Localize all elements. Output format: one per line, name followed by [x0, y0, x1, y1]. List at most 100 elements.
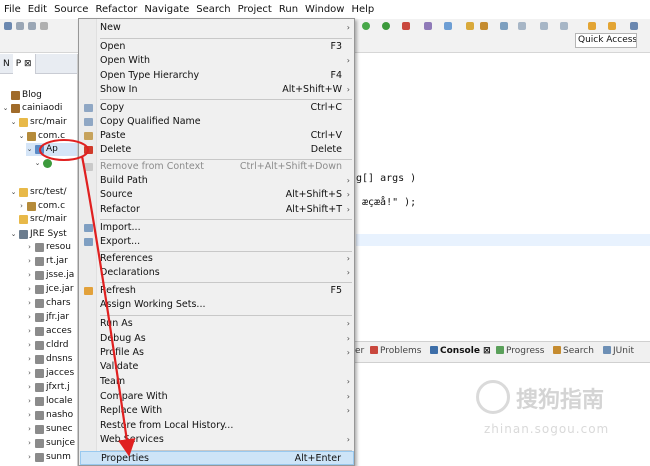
expand-icon[interactable]: ›	[26, 395, 33, 408]
tab-package-explorer[interactable]: P ⊠	[12, 54, 36, 74]
menu-file[interactable]: File	[4, 4, 21, 15]
expand-icon[interactable]: ⌄	[10, 228, 17, 241]
tree-item[interactable]: › dnsns	[26, 353, 73, 366]
menu-item-compare-with[interactable]: Compare With ›	[80, 390, 354, 404]
expand-icon[interactable]: ⌄	[2, 102, 9, 115]
menu-project[interactable]: Project	[238, 4, 272, 15]
tab-partial[interactable]: er	[355, 346, 364, 356]
menu-item-debug-as[interactable]: Debug As ›	[80, 332, 354, 346]
tree-item[interactable]: › resou	[26, 241, 71, 254]
quick-access-input[interactable]: Quick Access	[575, 33, 637, 48]
tree-item[interactable]: ⌄	[34, 157, 54, 170]
tree-item[interactable]: › jce.jar	[26, 283, 74, 296]
tree-item[interactable]: › acces	[26, 325, 72, 338]
menu-item-validate[interactable]: Validate	[80, 360, 354, 374]
expand-icon[interactable]: ›	[18, 200, 25, 213]
new-icon[interactable]	[4, 22, 12, 30]
menu-item-show-in[interactable]: Show In Alt+Shift+W ›	[80, 83, 354, 97]
tree-item[interactable]: › rt.jar	[26, 255, 68, 268]
tree-item[interactable]: › locale	[26, 395, 73, 408]
expand-icon[interactable]: ›	[26, 409, 33, 422]
menu-navigate[interactable]: Navigate	[144, 4, 189, 15]
menu-edit[interactable]: Edit	[28, 4, 47, 15]
save-icon[interactable]	[16, 22, 24, 30]
tab-problems[interactable]: Problems	[370, 346, 421, 356]
menu-item-copy[interactable]: Copy Ctrl+C	[80, 101, 354, 115]
close-icon[interactable]: ⊠	[24, 59, 32, 69]
menu-item-open-with[interactable]: Open With ›	[80, 54, 354, 68]
expand-icon[interactable]: ›	[26, 451, 33, 464]
menu-help[interactable]: Help	[351, 4, 374, 15]
menu-item-replace-with[interactable]: Replace With ›	[80, 404, 354, 418]
menu-item-delete[interactable]: Delete Delete	[80, 143, 354, 157]
menu-window[interactable]: Window	[305, 4, 344, 15]
tree-item[interactable]: src/mair	[10, 213, 67, 226]
menu-item-run-as[interactable]: Run As ›	[80, 317, 354, 331]
print-icon[interactable]	[40, 22, 48, 30]
menu-item-source[interactable]: Source Alt+Shift+S ›	[80, 188, 354, 202]
tree-item[interactable]: › sunm	[26, 451, 71, 464]
tab-search[interactable]: Search	[553, 346, 594, 356]
prev-annotation-icon[interactable]	[560, 22, 568, 30]
tree-item[interactable]: › jfr.jar	[26, 311, 69, 324]
tree-item[interactable]: ⌄ src/mair	[10, 116, 67, 129]
expand-icon[interactable]: ›	[26, 437, 33, 450]
tree-item[interactable]: › chars	[26, 297, 71, 310]
tree-item[interactable]: › jfxrt.j	[26, 381, 70, 394]
menu-item-refactor[interactable]: Refactor Alt+Shift+T ›	[80, 203, 354, 217]
expand-icon[interactable]: ›	[26, 255, 33, 268]
run-external-icon[interactable]	[402, 22, 410, 30]
expand-icon[interactable]: ›	[26, 283, 33, 296]
menu-item-build-path[interactable]: Build Path ›	[80, 174, 354, 188]
menu-item-export[interactable]: Export...	[80, 235, 354, 249]
menu-item-profile-as[interactable]: Profile As ›	[80, 346, 354, 360]
expand-icon[interactable]: ⌄	[18, 130, 25, 143]
tab-navigator[interactable]: N	[0, 59, 13, 69]
expand-icon[interactable]: ⌄	[34, 157, 41, 170]
tree-item[interactable]: › nasho	[26, 409, 73, 422]
tree-item[interactable]: ⌄ src/test/	[10, 186, 67, 199]
expand-icon[interactable]: ›	[26, 241, 33, 254]
menu-run[interactable]: Run	[279, 4, 298, 15]
menu-item-team[interactable]: Team ›	[80, 375, 354, 389]
menu-item-paste[interactable]: Paste Ctrl+V	[80, 129, 354, 143]
tree-item[interactable]: ⌄ com.c	[18, 130, 65, 143]
back-icon[interactable]	[588, 22, 596, 30]
menu-item-restore-local-history[interactable]: Restore from Local History...	[80, 419, 354, 433]
tree-item[interactable]: › sunec	[26, 423, 73, 436]
expand-icon[interactable]: ⌄	[10, 186, 17, 199]
menu-item-import[interactable]: Import...	[80, 221, 354, 235]
expand-icon[interactable]: ›	[26, 423, 33, 436]
expand-icon[interactable]: ›	[26, 381, 33, 394]
menu-item-web-services[interactable]: Web Services ›	[80, 433, 354, 447]
menu-source[interactable]: Source	[54, 4, 88, 15]
tree-item[interactable]: › cldrd	[26, 339, 68, 352]
expand-icon[interactable]: ›	[26, 353, 33, 366]
menu-item-properties[interactable]: Properties Alt+Enter	[80, 451, 354, 465]
expand-icon[interactable]: ⌄	[10, 116, 17, 129]
tree-item[interactable]: ⌄ JRE Syst	[10, 228, 67, 241]
menu-search[interactable]: Search	[196, 4, 230, 15]
menu-item-declarations[interactable]: Declarations ›	[80, 266, 354, 280]
tree-item[interactable]: › sunjce	[26, 437, 75, 450]
menu-item-open[interactable]: Open F3	[80, 40, 354, 54]
expand-icon[interactable]: ›	[26, 269, 33, 282]
open-folder-icon[interactable]	[466, 22, 474, 30]
tree-item[interactable]: › com.c	[18, 200, 65, 213]
tree-item[interactable]: › jacces	[26, 367, 74, 380]
next-annotation-icon[interactable]	[540, 22, 548, 30]
annotation-icon[interactable]	[518, 22, 526, 30]
expand-icon[interactable]: ›	[26, 311, 33, 324]
tab-progress[interactable]: Progress	[496, 346, 544, 356]
open-type-icon[interactable]	[480, 22, 488, 30]
close-icon[interactable]: ⊠	[483, 346, 491, 356]
forward-icon[interactable]	[608, 22, 616, 30]
tree-item[interactable]: ⌄ cainiaodi	[2, 102, 62, 115]
debug-icon[interactable]	[362, 22, 370, 30]
expand-icon[interactable]: ›	[26, 297, 33, 310]
expand-icon[interactable]: ⌄	[26, 143, 33, 156]
new-package-icon[interactable]	[444, 22, 452, 30]
tree-item[interactable]: Blog	[2, 89, 42, 102]
tab-junit[interactable]: JUnit	[603, 346, 634, 356]
new-java-project-icon[interactable]	[424, 22, 432, 30]
